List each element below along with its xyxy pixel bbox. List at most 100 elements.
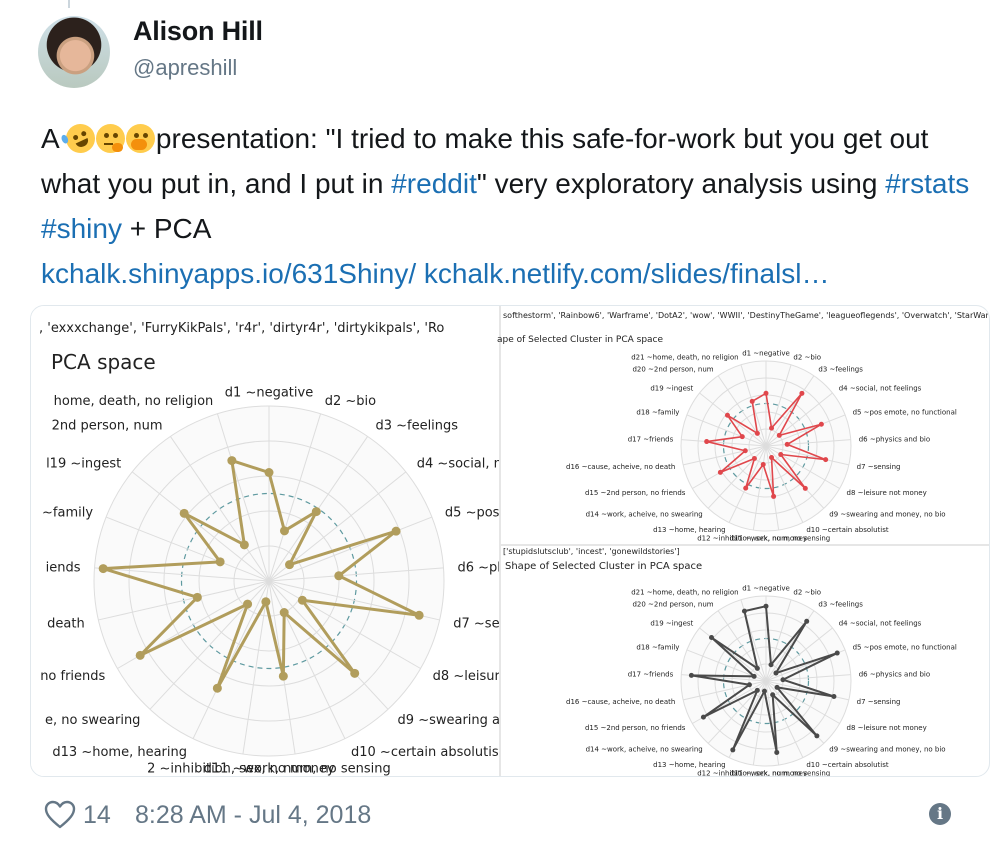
- top-right-point-3: [799, 390, 805, 396]
- bottom-right-point-2: [768, 662, 774, 668]
- left-point-3: [311, 507, 321, 517]
- avatar[interactable]: [38, 16, 110, 88]
- top-right-point-11: [771, 493, 777, 499]
- left-point-6: [334, 571, 344, 581]
- tweet-text: A presentation: "I tried to make this sa…: [41, 116, 981, 296]
- bottom-right-point-21: [741, 608, 747, 614]
- tweet-timestamp[interactable]: 8:28 AM - Jul 4, 2018: [135, 801, 371, 830]
- left-axis-label-7: d7 ~sensir: [453, 617, 524, 632]
- left-chart-title: PCA space: [51, 350, 156, 374]
- info-icon[interactable]: i: [929, 803, 951, 825]
- bottom-right-radar-group: d1 ~negatived2 ~bio d3 ~feelings d4 ~socia…: [566, 584, 957, 776]
- top-right-point-2: [769, 425, 775, 431]
- heart-icon[interactable]: [44, 800, 76, 830]
- left-point-2: [279, 526, 289, 536]
- top-right-point-5: [818, 421, 824, 427]
- left-axis-label-19: l19 ~ingest: [46, 457, 121, 472]
- left-point-9: [350, 668, 360, 678]
- tweet-prefix: A: [41, 123, 59, 154]
- top-right-point-16: [742, 448, 748, 454]
- tweet-body-c: + PCA: [121, 213, 212, 244]
- tweet-body-b: " very exploratory analysis using: [476, 168, 886, 199]
- top-right-point-21: [749, 398, 755, 404]
- top-right-axis-label-10: d10 ~certain absolutist: [806, 526, 888, 534]
- top-right-axis-label-6: d6 ~physics and bio: [859, 436, 930, 444]
- bottom-right-axis-label-17: d17 ~friends: [628, 671, 674, 679]
- top-right-point-8: [778, 452, 784, 457]
- top-right-axis-label-16: d16 ~cause, acheive, no death: [566, 463, 675, 471]
- left-axis-label-17: iends: [46, 560, 81, 575]
- bottom-right-point-15: [700, 714, 706, 720]
- bottom-right-chart-title: Shape of Selected Cluster in PCA space: [505, 561, 702, 572]
- bottom-right-point-13: [730, 747, 736, 753]
- left-axis-label-14: e, no swearing: [45, 713, 140, 728]
- left-axis-label-8: d8 ~leisure n: [433, 669, 520, 684]
- bottom-right-axis-label-13: d13 ~home, hearing: [653, 761, 725, 769]
- hand-over-mouth-emoji-icon: [125, 124, 155, 153]
- left-point-1: [264, 468, 274, 477]
- author-name[interactable]: Alison Hill: [133, 16, 263, 47]
- bottom-right-axis-label-21: d21 ~home, death, no religion: [631, 589, 738, 597]
- left-axis-label-5: d5 ~pos em: [445, 506, 524, 521]
- bottom-right-point-12: [761, 688, 767, 694]
- link-shinyapps[interactable]: kchalk.shinyapps.io/631Shiny/: [41, 258, 416, 289]
- top-right-chart-title: ape of Selected Cluster in PCA space: [497, 335, 664, 345]
- bottom-right-point-1: [763, 603, 769, 609]
- bottom-right-axis-label-2: d2 ~bio: [793, 589, 821, 597]
- top-right-axis-label-5: d5 ~pos emote, no functional: [853, 408, 957, 416]
- top-right-point-17: [704, 439, 710, 445]
- rofl-emoji-icon: [60, 119, 100, 158]
- bottom-right-axis-label-7: d7 ~sensing: [857, 698, 901, 706]
- top-right-point-13: [743, 485, 749, 491]
- left-axis-label-16: death: [47, 617, 85, 632]
- left-point-7: [414, 610, 424, 620]
- bottom-right-point-3: [804, 618, 810, 624]
- media-image-grid[interactable]: , 'exxxchange', 'FurryKikPals', 'r4r', '…: [30, 305, 990, 777]
- top-right-axis-label-3: d3 ~feelings: [818, 366, 863, 374]
- hashtag-rstats[interactable]: #rstats: [885, 168, 969, 199]
- top-right-point-14: [751, 455, 757, 461]
- left-axis-label-15: no friends: [40, 669, 105, 684]
- radar-charts: , 'exxxchange', 'FurryKikPals', 'r4r', '…: [31, 306, 989, 776]
- top-right-axis-label-21: d21 ~home, death, no religion: [631, 354, 738, 362]
- bottom-right-point-6: [780, 677, 786, 683]
- thread-line: [68, 0, 70, 8]
- link-netlify-slides[interactable]: kchalk.netlify.com/slides/finalsl…: [424, 258, 830, 289]
- top-right-point-7: [823, 457, 829, 463]
- bottom-right-axis-label-8: d8 ~leisure not money: [847, 724, 927, 732]
- hashtag-reddit[interactable]: #reddit: [391, 168, 477, 199]
- bottom-right-axis-label-15: d15 ~2nd person, no friends: [585, 724, 686, 732]
- left-point-13: [212, 683, 222, 693]
- left-point-8: [297, 595, 307, 605]
- bottom-right-point-18: [751, 673, 757, 679]
- left-axis-label-10: d10 ~certain absolutist: [351, 745, 504, 760]
- top-right-point-6: [784, 441, 790, 447]
- bottom-right-axis-label-20: d20 ~2nd person, num: [632, 601, 713, 609]
- top-right-axis-label-7: d7 ~sensing: [857, 463, 901, 471]
- left-subreddit-list: , 'exxxchange', 'FurryKikPals', 'r4r', '…: [39, 321, 444, 336]
- bottom-right-axis-label-14: d14 ~work, acheive, no swearing: [586, 746, 703, 754]
- left-axis-label-3: d3 ~feelings: [375, 418, 458, 433]
- top-right-axis-label-4: d4 ~social, not feelings: [839, 384, 922, 392]
- top-right-point-12: [760, 461, 766, 467]
- bottom-right-axis-label-19: d19 ~ingest: [650, 619, 693, 627]
- bottom-right-point-8: [774, 684, 780, 690]
- top-right-axis-label-8: d8 ~leisure not money: [847, 489, 927, 497]
- bottom-right-point-19: [709, 635, 715, 641]
- hashtag-shiny[interactable]: #shiny: [41, 213, 122, 244]
- bottom-right-axis-label-3: d3 ~feelings: [818, 601, 863, 609]
- bottom-right-point-9: [814, 733, 820, 739]
- bottom-right-point-10: [770, 692, 776, 698]
- left-point-10: [279, 608, 289, 618]
- top-right-axis-label-9: d9 ~swearing and money, no bio: [829, 511, 945, 519]
- top-right-point-19: [724, 412, 730, 418]
- like-count[interactable]: 14: [83, 801, 111, 830]
- top-right-point-20: [754, 430, 760, 436]
- top-right-axis-label-19: d19 ~ingest: [650, 384, 693, 392]
- left-axis-label-21: home, death, no religion: [54, 394, 214, 409]
- top-right-axis-label-14: d14 ~work, acheive, no swearing: [586, 511, 703, 519]
- top-right-point-10: [769, 454, 775, 460]
- left-axis-label-1: d1 ~negative: [225, 386, 313, 401]
- top-right-axis-label-13: d13 ~home, hearing: [653, 526, 725, 534]
- author-handle[interactable]: @apreshill: [133, 55, 237, 81]
